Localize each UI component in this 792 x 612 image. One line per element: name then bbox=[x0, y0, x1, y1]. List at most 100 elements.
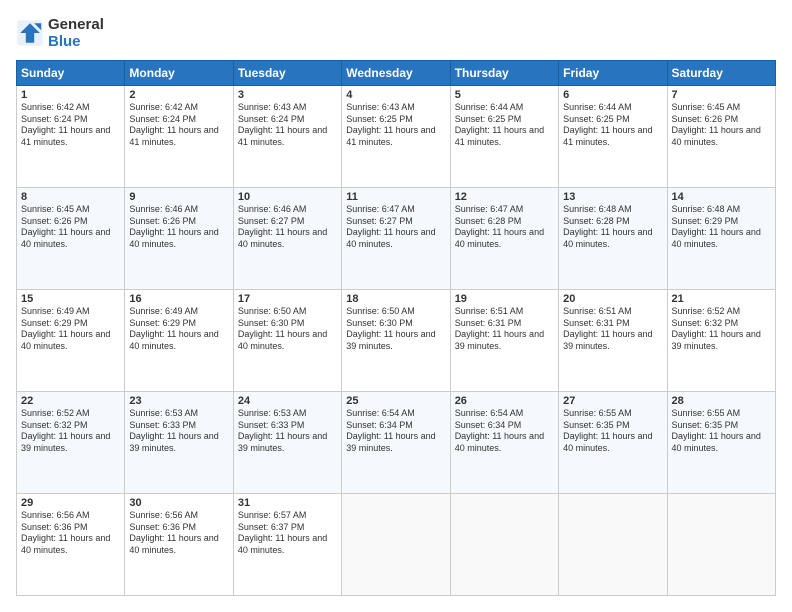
day-number: 29 bbox=[21, 497, 120, 509]
calendar-header-sunday: Sunday bbox=[17, 61, 125, 86]
day-number: 5 bbox=[455, 89, 554, 101]
day-number: 7 bbox=[672, 89, 771, 101]
day-info: Sunrise: 6:46 AMSunset: 6:27 PMDaylight:… bbox=[238, 204, 337, 251]
day-number: 16 bbox=[129, 293, 228, 305]
day-number: 22 bbox=[21, 395, 120, 407]
day-number: 10 bbox=[238, 191, 337, 203]
day-number: 12 bbox=[455, 191, 554, 203]
day-number: 2 bbox=[129, 89, 228, 101]
day-info: Sunrise: 6:43 AMSunset: 6:25 PMDaylight:… bbox=[346, 102, 445, 149]
day-number: 24 bbox=[238, 395, 337, 407]
calendar-cell: 30 Sunrise: 6:56 AMSunset: 6:36 PMDaylig… bbox=[125, 494, 233, 596]
calendar-cell: 24 Sunrise: 6:53 AMSunset: 6:33 PMDaylig… bbox=[233, 392, 341, 494]
day-number: 28 bbox=[672, 395, 771, 407]
day-info: Sunrise: 6:53 AMSunset: 6:33 PMDaylight:… bbox=[238, 408, 337, 455]
calendar-cell: 20 Sunrise: 6:51 AMSunset: 6:31 PMDaylig… bbox=[559, 290, 667, 392]
day-info: Sunrise: 6:52 AMSunset: 6:32 PMDaylight:… bbox=[21, 408, 120, 455]
calendar-cell: 15 Sunrise: 6:49 AMSunset: 6:29 PMDaylig… bbox=[17, 290, 125, 392]
day-info: Sunrise: 6:47 AMSunset: 6:28 PMDaylight:… bbox=[455, 204, 554, 251]
calendar-week-3: 15 Sunrise: 6:49 AMSunset: 6:29 PMDaylig… bbox=[17, 290, 776, 392]
day-info: Sunrise: 6:49 AMSunset: 6:29 PMDaylight:… bbox=[21, 306, 120, 353]
day-info: Sunrise: 6:55 AMSunset: 6:35 PMDaylight:… bbox=[563, 408, 662, 455]
calendar-cell: 26 Sunrise: 6:54 AMSunset: 6:34 PMDaylig… bbox=[450, 392, 558, 494]
day-number: 23 bbox=[129, 395, 228, 407]
day-number: 21 bbox=[672, 293, 771, 305]
day-info: Sunrise: 6:54 AMSunset: 6:34 PMDaylight:… bbox=[346, 408, 445, 455]
header: General Blue bbox=[16, 16, 776, 50]
calendar-cell: 17 Sunrise: 6:50 AMSunset: 6:30 PMDaylig… bbox=[233, 290, 341, 392]
calendar-cell: 3 Sunrise: 6:43 AMSunset: 6:24 PMDayligh… bbox=[233, 86, 341, 188]
calendar-cell: 16 Sunrise: 6:49 AMSunset: 6:29 PMDaylig… bbox=[125, 290, 233, 392]
day-info: Sunrise: 6:51 AMSunset: 6:31 PMDaylight:… bbox=[455, 306, 554, 353]
day-number: 9 bbox=[129, 191, 228, 203]
calendar-week-1: 1 Sunrise: 6:42 AMSunset: 6:24 PMDayligh… bbox=[17, 86, 776, 188]
calendar-cell bbox=[559, 494, 667, 596]
day-number: 17 bbox=[238, 293, 337, 305]
calendar-cell: 28 Sunrise: 6:55 AMSunset: 6:35 PMDaylig… bbox=[667, 392, 775, 494]
day-number: 27 bbox=[563, 395, 662, 407]
day-number: 18 bbox=[346, 293, 445, 305]
calendar-table: SundayMondayTuesdayWednesdayThursdayFrid… bbox=[16, 60, 776, 596]
day-number: 15 bbox=[21, 293, 120, 305]
day-info: Sunrise: 6:45 AMSunset: 6:26 PMDaylight:… bbox=[672, 102, 771, 149]
calendar-week-2: 8 Sunrise: 6:45 AMSunset: 6:26 PMDayligh… bbox=[17, 188, 776, 290]
day-info: Sunrise: 6:50 AMSunset: 6:30 PMDaylight:… bbox=[238, 306, 337, 353]
day-info: Sunrise: 6:56 AMSunset: 6:36 PMDaylight:… bbox=[129, 510, 228, 557]
calendar-cell: 12 Sunrise: 6:47 AMSunset: 6:28 PMDaylig… bbox=[450, 188, 558, 290]
day-info: Sunrise: 6:48 AMSunset: 6:28 PMDaylight:… bbox=[563, 204, 662, 251]
day-number: 26 bbox=[455, 395, 554, 407]
calendar-cell: 22 Sunrise: 6:52 AMSunset: 6:32 PMDaylig… bbox=[17, 392, 125, 494]
logo-text: General Blue bbox=[48, 16, 104, 50]
calendar-cell: 31 Sunrise: 6:57 AMSunset: 6:37 PMDaylig… bbox=[233, 494, 341, 596]
day-number: 19 bbox=[455, 293, 554, 305]
day-number: 4 bbox=[346, 89, 445, 101]
day-number: 8 bbox=[21, 191, 120, 203]
day-number: 11 bbox=[346, 191, 445, 203]
day-number: 20 bbox=[563, 293, 662, 305]
calendar-header-monday: Monday bbox=[125, 61, 233, 86]
calendar-header-row: SundayMondayTuesdayWednesdayThursdayFrid… bbox=[17, 61, 776, 86]
calendar-header-tuesday: Tuesday bbox=[233, 61, 341, 86]
day-info: Sunrise: 6:42 AMSunset: 6:24 PMDaylight:… bbox=[21, 102, 120, 149]
calendar-cell: 29 Sunrise: 6:56 AMSunset: 6:36 PMDaylig… bbox=[17, 494, 125, 596]
day-info: Sunrise: 6:48 AMSunset: 6:29 PMDaylight:… bbox=[672, 204, 771, 251]
calendar-cell: 10 Sunrise: 6:46 AMSunset: 6:27 PMDaylig… bbox=[233, 188, 341, 290]
day-number: 14 bbox=[672, 191, 771, 203]
calendar-week-5: 29 Sunrise: 6:56 AMSunset: 6:36 PMDaylig… bbox=[17, 494, 776, 596]
calendar-header-friday: Friday bbox=[559, 61, 667, 86]
calendar-cell: 9 Sunrise: 6:46 AMSunset: 6:26 PMDayligh… bbox=[125, 188, 233, 290]
logo: General Blue bbox=[16, 16, 104, 50]
calendar-cell: 21 Sunrise: 6:52 AMSunset: 6:32 PMDaylig… bbox=[667, 290, 775, 392]
day-info: Sunrise: 6:44 AMSunset: 6:25 PMDaylight:… bbox=[455, 102, 554, 149]
calendar-cell: 8 Sunrise: 6:45 AMSunset: 6:26 PMDayligh… bbox=[17, 188, 125, 290]
calendar-cell: 19 Sunrise: 6:51 AMSunset: 6:31 PMDaylig… bbox=[450, 290, 558, 392]
calendar-cell: 4 Sunrise: 6:43 AMSunset: 6:25 PMDayligh… bbox=[342, 86, 450, 188]
day-info: Sunrise: 6:55 AMSunset: 6:35 PMDaylight:… bbox=[672, 408, 771, 455]
day-info: Sunrise: 6:47 AMSunset: 6:27 PMDaylight:… bbox=[346, 204, 445, 251]
calendar-cell: 27 Sunrise: 6:55 AMSunset: 6:35 PMDaylig… bbox=[559, 392, 667, 494]
calendar-cell: 25 Sunrise: 6:54 AMSunset: 6:34 PMDaylig… bbox=[342, 392, 450, 494]
day-number: 30 bbox=[129, 497, 228, 509]
calendar-cell: 13 Sunrise: 6:48 AMSunset: 6:28 PMDaylig… bbox=[559, 188, 667, 290]
day-number: 13 bbox=[563, 191, 662, 203]
day-info: Sunrise: 6:51 AMSunset: 6:31 PMDaylight:… bbox=[563, 306, 662, 353]
calendar-header-wednesday: Wednesday bbox=[342, 61, 450, 86]
day-number: 31 bbox=[238, 497, 337, 509]
calendar-cell: 18 Sunrise: 6:50 AMSunset: 6:30 PMDaylig… bbox=[342, 290, 450, 392]
day-info: Sunrise: 6:46 AMSunset: 6:26 PMDaylight:… bbox=[129, 204, 228, 251]
day-number: 3 bbox=[238, 89, 337, 101]
day-info: Sunrise: 6:45 AMSunset: 6:26 PMDaylight:… bbox=[21, 204, 120, 251]
logo-icon bbox=[16, 19, 44, 47]
day-info: Sunrise: 6:56 AMSunset: 6:36 PMDaylight:… bbox=[21, 510, 120, 557]
page: General Blue SundayMondayTuesdayWednesda… bbox=[0, 0, 792, 612]
day-info: Sunrise: 6:54 AMSunset: 6:34 PMDaylight:… bbox=[455, 408, 554, 455]
calendar-header-thursday: Thursday bbox=[450, 61, 558, 86]
calendar-header-saturday: Saturday bbox=[667, 61, 775, 86]
calendar-cell: 5 Sunrise: 6:44 AMSunset: 6:25 PMDayligh… bbox=[450, 86, 558, 188]
calendar-cell: 1 Sunrise: 6:42 AMSunset: 6:24 PMDayligh… bbox=[17, 86, 125, 188]
calendar-cell: 11 Sunrise: 6:47 AMSunset: 6:27 PMDaylig… bbox=[342, 188, 450, 290]
day-info: Sunrise: 6:50 AMSunset: 6:30 PMDaylight:… bbox=[346, 306, 445, 353]
calendar-cell: 6 Sunrise: 6:44 AMSunset: 6:25 PMDayligh… bbox=[559, 86, 667, 188]
day-number: 1 bbox=[21, 89, 120, 101]
day-info: Sunrise: 6:44 AMSunset: 6:25 PMDaylight:… bbox=[563, 102, 662, 149]
